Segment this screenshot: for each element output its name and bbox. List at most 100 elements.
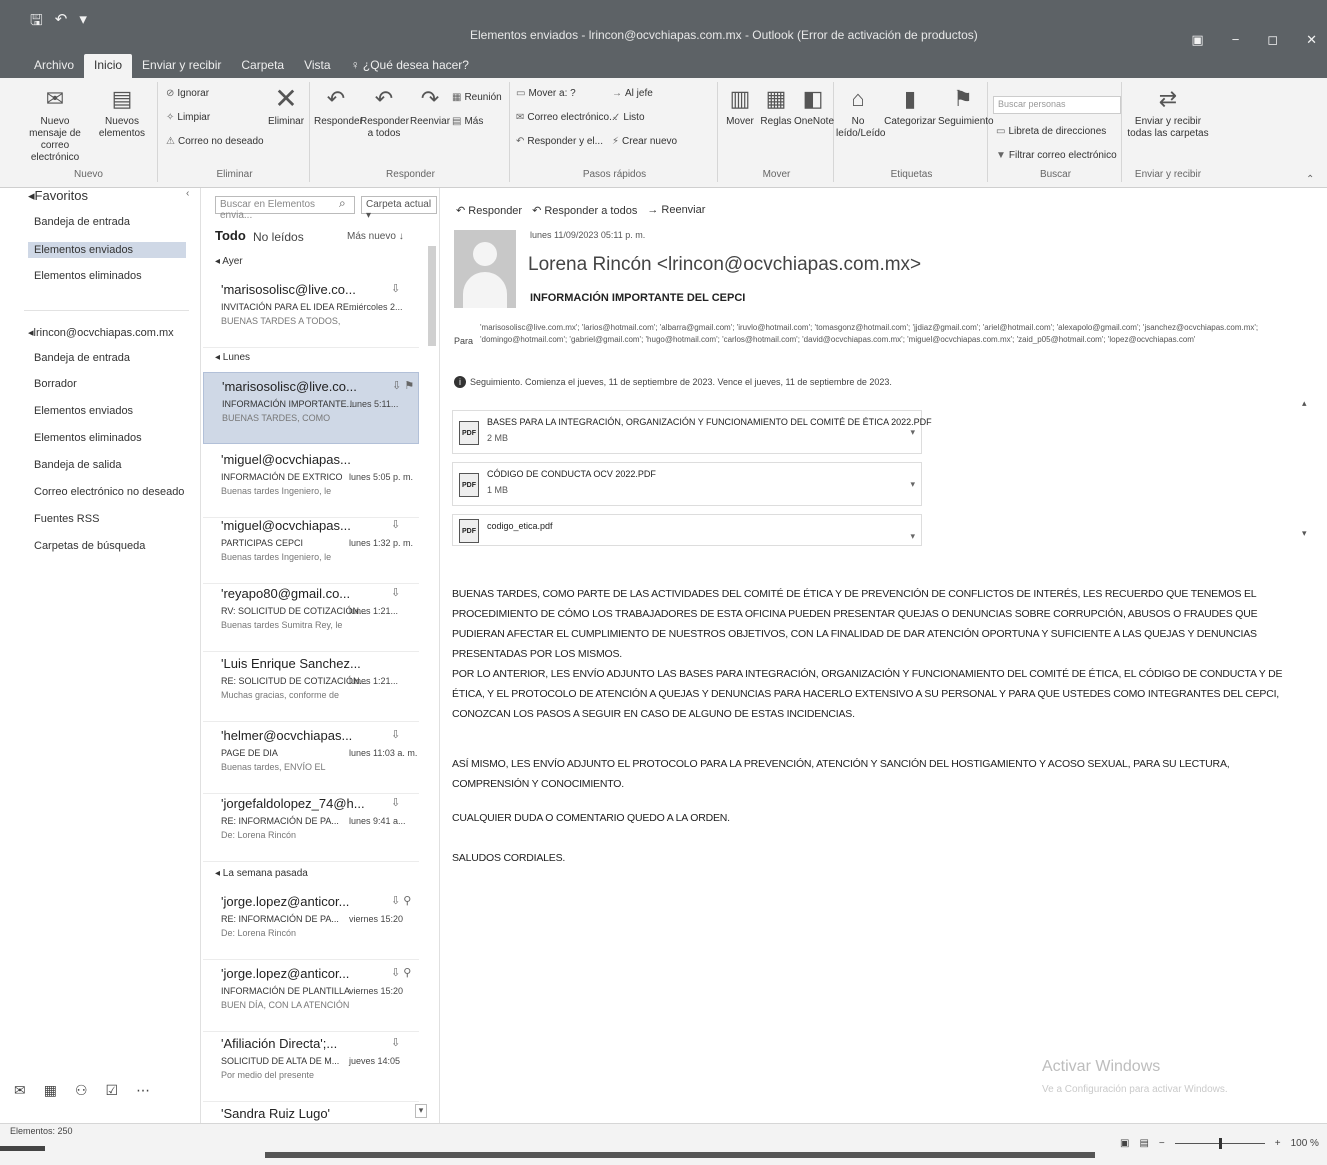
tab-enviar-recibir[interactable]: Enviar y recibir — [132, 54, 231, 78]
attachments-scrollbar[interactable]: ▴ ▾ — [1302, 398, 1312, 538]
folder-carpetas-busqueda[interactable]: Carpetas de búsqueda — [34, 540, 145, 552]
onenote-button[interactable]: ◧ OneNote — [794, 86, 834, 128]
attachment-item[interactable]: PDF BASES PARA LA INTEGRACIÓN, ORGANIZAC… — [452, 410, 932, 454]
categorize-button[interactable]: ▮ Categorizar — [882, 86, 938, 128]
new-email-button[interactable]: ✉ Nuevo mensaje de correo electrónico — [22, 86, 88, 164]
rules-button[interactable]: ▦ Reglas — [758, 86, 794, 128]
folder-borrador[interactable]: Borrador — [34, 378, 77, 390]
junk-button[interactable]: ⚠ Correo no deseado — [166, 136, 264, 147]
reply-all-button[interactable]: ↶ Responder a todos — [360, 86, 409, 140]
attachment-dropdown-icon[interactable]: ▾ — [910, 427, 915, 438]
rp-reply-all-button[interactable]: ↶ Responder a todos — [532, 204, 637, 217]
ignore-button[interactable]: ⊘ Ignorar — [166, 88, 209, 99]
sort-dropdown[interactable]: Más nuevo ↓ — [347, 231, 404, 242]
customize-icon[interactable]: ▾ — [79, 10, 87, 35]
message-row[interactable]: 'jorge.lopez@anticor... ⇩ ⚲ INFORMACIÓN … — [203, 960, 419, 1032]
scroll-down-icon[interactable]: ▾ — [1302, 528, 1307, 539]
attachment-dropdown-icon[interactable]: ▾ — [910, 479, 915, 490]
message-row[interactable]: 'reyapo80@gmail.co... ⇩ RV: Solicitud de… — [203, 580, 419, 652]
forward-button[interactable]: ↷ Reenviar — [410, 86, 450, 128]
restore-icon[interactable]: ◻ — [1267, 32, 1278, 48]
rp-forward-button[interactable]: → Reenviar — [647, 204, 705, 217]
group-header-lunes[interactable]: ◂ Lunes — [215, 352, 250, 363]
zoom-out-icon[interactable]: − — [1159, 1138, 1165, 1149]
meeting-button[interactable]: ▦ Reunión — [452, 92, 502, 103]
folder-correo-no-deseado[interactable]: Correo electrónico no deseado — [34, 486, 184, 498]
to-recipients[interactable]: 'marisosolisc@live.com.mx'; 'larios@hotm… — [480, 322, 1300, 346]
rp-reply-button[interactable]: ↶ Responder — [456, 204, 522, 217]
ribbon-display-icon[interactable]: ▣ — [1191, 32, 1203, 48]
tell-me-search[interactable]: ♀ ¿Qué desea hacer? — [341, 54, 479, 78]
search-scope-dropdown[interactable]: Carpeta actual ▾ — [361, 196, 437, 221]
message-row[interactable]: 'helmer@ocvchiapas... ⇩ PAGE DE DIA lune… — [203, 722, 419, 794]
more-icon[interactable]: ⋯ — [136, 1082, 150, 1099]
send-receive-all-button[interactable]: ⇄ Enviar y recibir todas las carpetas — [1126, 86, 1210, 140]
save-icon[interactable]: 🖫 — [30, 10, 43, 35]
minimize-icon[interactable]: − — [1232, 32, 1240, 48]
attachment-item[interactable]: PDF CÓDIGO DE CONDUCTA OCV 2022.pdf 1 MB… — [452, 462, 922, 506]
undo-icon[interactable]: ↶ — [55, 10, 68, 35]
followup-button[interactable]: ⚑ Seguimiento — [938, 86, 994, 128]
reply-button[interactable]: ↶ Responder — [314, 86, 363, 128]
message-list-scrollbar[interactable] — [427, 226, 437, 1106]
quick-step-5[interactable]: ✓ Listo — [612, 112, 645, 123]
favorites-header[interactable]: ◂Favoritos — [28, 188, 88, 204]
group-header-semana-pasada[interactable]: ◂ La semana pasada — [215, 868, 308, 879]
attachment-item[interactable]: PDF codigo_etica.pdf ▾ — [452, 514, 922, 546]
quick-step-4[interactable]: → Al jefe — [612, 88, 653, 99]
message-row[interactable]: 'Afiliación Directa';... ⇩ SOLICITUD DE … — [203, 1030, 419, 1102]
quick-step-2[interactable]: ✉ Correo electrónico... — [516, 112, 617, 123]
mail-icon[interactable]: ✉ — [14, 1082, 26, 1099]
attachment-dropdown-icon[interactable]: ▾ — [910, 531, 915, 542]
zoom-in-icon[interactable]: + — [1275, 1138, 1281, 1149]
message-row[interactable]: 'Sandra Ruiz Lugo' — [203, 1100, 419, 1122]
scrollbar-thumb[interactable] — [428, 246, 436, 346]
message-row[interactable]: 'miguel@ocvchiapas... INFORMACIÓN DE EXT… — [203, 446, 419, 518]
filter-unread-tab[interactable]: No leídos — [253, 230, 304, 244]
favorite-elementos-enviados[interactable]: Elementos enviados — [28, 242, 186, 258]
message-row[interactable]: 'Luis Enrique Sanchez... RE: Solicitud d… — [203, 650, 419, 722]
unread-read-button[interactable]: ⌂ No leído/Leído — [836, 86, 886, 140]
delete-button[interactable]: ✕ Eliminar — [264, 85, 308, 128]
scroll-down-icon[interactable]: ▾ — [415, 1104, 427, 1118]
group-header-ayer[interactable]: ◂ Ayer — [215, 256, 243, 267]
search-icon[interactable]: ⌕ — [339, 196, 346, 211]
filter-all-tab[interactable]: Todo — [215, 228, 246, 243]
collapse-pane-icon[interactable]: ‹ — [186, 188, 189, 199]
tab-carpeta[interactable]: Carpeta — [231, 54, 294, 78]
more-respond-button[interactable]: ▤ Más — [452, 116, 483, 127]
close-icon[interactable]: ✕ — [1306, 32, 1317, 48]
message-row[interactable]: 'jorge.lopez@anticor... ⇩ ⚲ RE: INFORMAC… — [203, 888, 419, 960]
folder-elementos-eliminados[interactable]: Elementos eliminados — [34, 432, 142, 444]
tab-vista[interactable]: Vista — [294, 54, 340, 78]
quick-step-3[interactable]: ↶ Responder y el... — [516, 136, 603, 147]
zoom-slider[interactable] — [1174, 1138, 1265, 1149]
favorite-bandeja-entrada[interactable]: Bandeja de entrada — [34, 216, 130, 228]
folder-fuentes-rss[interactable]: Fuentes RSS — [34, 513, 99, 525]
folder-bandeja-entrada[interactable]: Bandeja de entrada — [34, 352, 130, 364]
scroll-up-icon[interactable]: ▴ — [1302, 398, 1307, 409]
zoom-slider-thumb[interactable] — [1218, 1138, 1222, 1149]
move-button[interactable]: ▥ Mover — [722, 86, 758, 128]
message-row[interactable]: 'jorgefaldolopez_74@h... ⇩ RE: INFORMACI… — [203, 790, 419, 862]
normal-view-icon[interactable]: ▣ — [1120, 1138, 1129, 1149]
filter-email-button[interactable]: ▼ Filtrar correo electrónico — [996, 150, 1117, 161]
tasks-icon[interactable]: ☑ — [106, 1082, 119, 1099]
message-sender[interactable]: Lorena Rincón <lrincon@ocvchiapas.com.mx… — [528, 254, 921, 276]
cleanup-button[interactable]: ✧ Limpiar — [166, 112, 210, 123]
people-icon[interactable]: ⚇ — [75, 1082, 88, 1099]
new-items-button[interactable]: ▤ Nuevos elementos — [92, 86, 152, 140]
folder-bandeja-salida[interactable]: Bandeja de salida — [34, 459, 121, 471]
search-people-input[interactable]: Buscar personas — [993, 96, 1121, 114]
account-header[interactable]: ◂lrincon@ocvchiapas.com.mx — [28, 326, 174, 339]
address-book-button[interactable]: ▭ Libreta de direcciones — [996, 126, 1106, 137]
folder-elementos-enviados[interactable]: Elementos enviados — [34, 405, 133, 417]
message-row[interactable]: 'miguel@ocvchiapas... ⇩ PARTICIPAS CEPCI… — [203, 512, 419, 584]
message-row-selected[interactable]: 'marisosolisc@live.co... ⇩ ⚑ INFORMACIÓN… — [203, 372, 419, 444]
message-row[interactable]: 'marisosolisc@live.co... ⇩ INVITACIÓN PA… — [203, 276, 419, 348]
quick-step-6[interactable]: ⚡ Crear nuevo — [612, 136, 677, 147]
reading-view-icon[interactable]: ▤ — [1139, 1138, 1148, 1149]
favorite-elementos-eliminados[interactable]: Elementos eliminados — [34, 270, 142, 282]
search-input[interactable]: Buscar en Elementos envia... — [215, 196, 355, 221]
collapse-ribbon-icon[interactable]: ⌃ — [1306, 174, 1314, 185]
